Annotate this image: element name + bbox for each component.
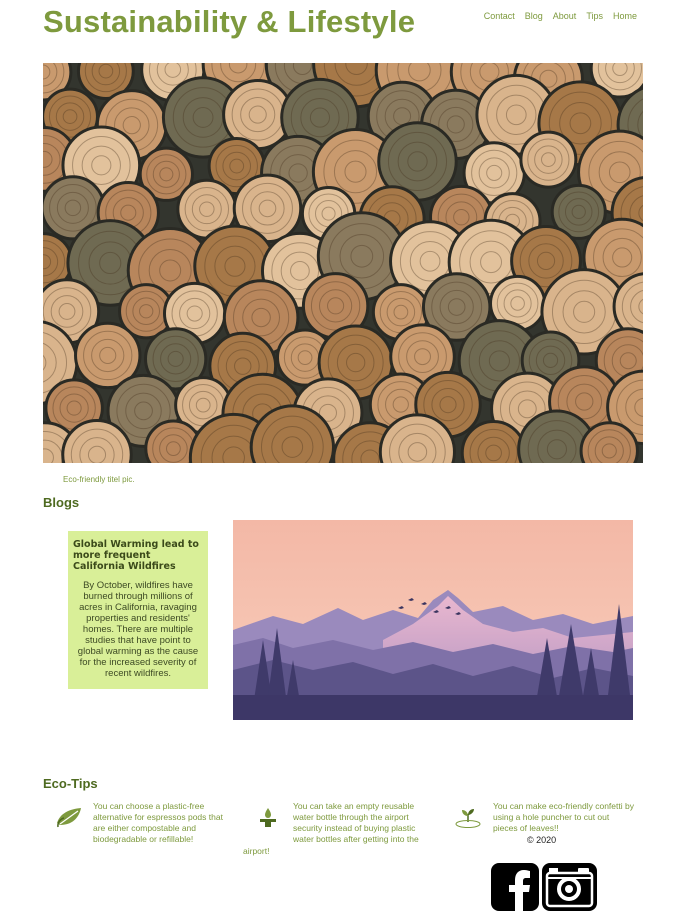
main-nav: Contact Blog About Tips Home <box>484 11 637 21</box>
tip-text-2: You can take an empty reusable water bot… <box>293 801 419 844</box>
blog-image[interactable] <box>233 520 633 720</box>
nav-blog[interactable]: Blog <box>525 11 543 21</box>
tip-text-3: You can make eco-friendly confetti by us… <box>493 801 634 833</box>
blog-card-text: By October, wildfires have burned throug… <box>77 580 199 679</box>
blogs-heading: Blogs <box>43 495 80 510</box>
water-tap-icon <box>260 808 276 827</box>
blog-card-title[interactable]: Global Warming lead to more frequent Cal… <box>73 539 203 572</box>
site-title: Sustainability & Lifestyle <box>43 4 416 39</box>
eco-tips-heading: Eco-Tips <box>43 776 98 791</box>
blog-card[interactable]: Global Warming lead to more frequent Cal… <box>68 531 208 689</box>
plant-sprout-icon <box>455 809 481 828</box>
nav-about[interactable]: About <box>553 11 577 21</box>
leaf-recycle-icon <box>57 808 81 828</box>
camera-icon[interactable] <box>541 862 598 912</box>
hero-image <box>43 63 643 463</box>
tip-text-1: You can choose a plastic-free alternativ… <box>93 801 223 844</box>
facebook-icon[interactable] <box>490 862 540 912</box>
nav-tips[interactable]: Tips <box>586 11 603 21</box>
tip-text-2-continued: airport! <box>243 846 270 856</box>
nav-contact[interactable]: Contact <box>484 11 515 21</box>
hero-caption: Eco-friendly titel pic. <box>63 475 135 484</box>
copyright: © 2020 <box>527 835 557 845</box>
nav-home[interactable]: Home <box>613 11 637 21</box>
